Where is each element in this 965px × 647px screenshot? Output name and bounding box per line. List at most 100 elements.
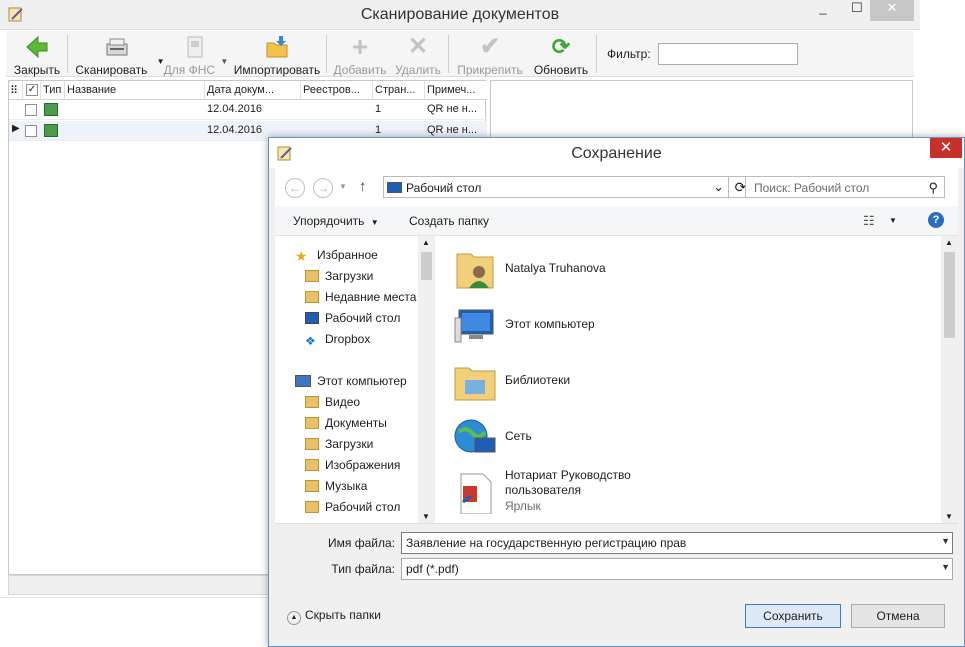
cross-icon: ✕ [407, 33, 429, 60]
nav-item-documents[interactable]: Документы [305, 416, 387, 430]
grid-header-select-all[interactable]: ✓ [23, 81, 41, 100]
row-checkbox[interactable] [25, 104, 37, 116]
scroll-up-icon[interactable]: ▲ [945, 238, 953, 247]
desktop-icon [387, 182, 402, 193]
scroll-thumb[interactable] [944, 252, 955, 338]
hide-folders-toggle[interactable]: ▲ Скрыть папки [287, 608, 381, 625]
downloads-folder-icon [305, 270, 319, 282]
scroll-down-icon[interactable]: ▼ [422, 512, 430, 521]
table-row[interactable]: 12.04.2016 1 QR не н... [9, 100, 487, 120]
cancel-button[interactable]: Отмена [851, 604, 945, 628]
attach-button[interactable]: ✔ Прикрепить [454, 33, 526, 78]
search-input[interactable]: Поиск: Рабочий стол ⚲ [745, 176, 945, 198]
forward-icon[interactable]: → [313, 178, 333, 198]
maximize-button[interactable]: ☐ [842, 0, 872, 21]
dialog-title-bar: Сохранение ✕ [269, 138, 964, 168]
select-all-checkbox[interactable]: ✓ [26, 84, 38, 96]
file-name: Natalya Truhanova [505, 261, 606, 275]
chevron-down-icon[interactable]: ▼ [941, 536, 950, 546]
scanner-icon [105, 35, 129, 59]
up-arrow-icon[interactable]: ↑ [359, 178, 367, 195]
add-button[interactable]: + Добавить [332, 31, 388, 78]
pictures-folder-icon [305, 459, 319, 471]
history-dropdown-icon[interactable]: ▼ [339, 182, 347, 191]
filetype-label: Тип файла: [331, 562, 395, 576]
list-item[interactable]: Natalya Truhanova [437, 242, 937, 294]
nav-item-recent-places[interactable]: Недавние места [305, 290, 416, 304]
scan-button[interactable]: Сканировать ▼ [72, 33, 165, 77]
import-button[interactable]: Импортировать [228, 33, 326, 77]
delete-button[interactable]: ✕ Удалить [392, 33, 444, 78]
column-header-type[interactable]: Тип [41, 81, 65, 100]
grid-header-menu[interactable]: ⠿ [9, 81, 23, 100]
nav-item-pictures[interactable]: Изображения [305, 458, 400, 472]
file-list: Natalya Truhanova Этот компьютер Библиот… [437, 236, 958, 523]
nav-item-dropbox[interactable]: ❖ Dropbox [305, 332, 370, 347]
navigation-bar: ← → ▼ ↑ Рабочий стол ⌄ ⟳ Поиск: Рабочий … [275, 168, 958, 206]
music-folder-icon [305, 480, 319, 492]
nav-favorites[interactable]: ★ Избранное [295, 248, 378, 264]
document-icon [183, 35, 207, 59]
column-header-date[interactable]: Дата докум... [205, 81, 301, 100]
chevron-down-icon[interactable]: ⌄ [713, 179, 724, 195]
back-icon[interactable]: ← [285, 178, 305, 198]
chevron-down-icon: ▼ [370, 218, 379, 227]
toolbar-separator [326, 35, 327, 73]
cell-pages: 1 [375, 124, 382, 136]
save-button[interactable]: Сохранить [745, 604, 841, 628]
dialog-close-button[interactable]: ✕ [930, 138, 962, 158]
nav-item-video[interactable]: Видео [305, 395, 360, 409]
new-folder-button[interactable]: Создать папку [409, 214, 489, 228]
address-bar[interactable]: Рабочий стол ⌄ [383, 176, 729, 198]
dropbox-icon: ❖ [305, 334, 316, 348]
toolbar-separator [448, 35, 449, 73]
view-options-icon[interactable]: ☷ [863, 213, 875, 229]
row-checkbox[interactable] [25, 125, 37, 137]
scroll-down-icon[interactable]: ▼ [945, 512, 953, 521]
help-icon[interactable]: ? [928, 212, 944, 228]
nav-item-desktop[interactable]: Рабочий стол [305, 311, 400, 325]
close-window-button[interactable]: ✕ [870, 0, 914, 21]
shortcut-icon [453, 472, 497, 515]
plus-icon: + [351, 31, 369, 62]
search-icon: ⚲ [928, 180, 938, 195]
main-title-bar: Сканирование документов _ ☐ ✕ [0, 0, 920, 30]
nav-item-music[interactable]: Музыка [305, 479, 367, 493]
filter-input[interactable] [658, 43, 798, 65]
nav-item-downloads-2[interactable]: Загрузки [305, 437, 373, 451]
nav-item-desktop-2[interactable]: Рабочий стол [305, 500, 400, 514]
minimize-button[interactable]: _ [808, 0, 838, 21]
user-folder-icon [453, 248, 497, 290]
file-name: Этот компьютер [505, 317, 595, 331]
file-name: Библиотеки [505, 373, 571, 387]
list-item[interactable]: Этот компьютер [437, 298, 937, 350]
column-header-name[interactable]: Название [65, 81, 205, 100]
file-name: Нотариат Руководство [505, 468, 631, 482]
chevron-up-icon: ▲ [287, 611, 301, 625]
scroll-thumb[interactable] [421, 252, 432, 280]
filetype-select[interactable]: pdf (*.pdf) ▼ [401, 558, 953, 580]
computer-icon [295, 375, 311, 387]
column-header-registry[interactable]: Реестров... [301, 81, 373, 100]
column-header-pages[interactable]: Стран... [373, 81, 425, 100]
nav-scrollbar[interactable]: ▲ ▼ [418, 236, 435, 523]
fns-button[interactable]: Для ФНС ▼ [162, 33, 228, 77]
file-list-scrollbar[interactable]: ▲ ▼ [941, 236, 958, 523]
video-folder-icon [305, 396, 319, 408]
filename-input[interactable]: Заявление на государственную регистрацию… [401, 532, 953, 554]
nav-this-computer[interactable]: Этот компьютер [295, 374, 407, 388]
organize-button[interactable]: Упорядочить ▼ [293, 214, 379, 228]
save-options-panel: Имя файла: Заявление на государственную … [275, 523, 958, 642]
star-icon: ★ [295, 248, 308, 264]
refresh-button[interactable]: ⟳ Обновить [530, 33, 592, 78]
nav-item-downloads[interactable]: Загрузки [305, 269, 373, 283]
list-item[interactable]: Сеть [437, 410, 937, 462]
scroll-up-icon[interactable]: ▲ [422, 238, 430, 247]
chevron-down-icon[interactable]: ▼ [889, 216, 897, 225]
column-header-note[interactable]: Примеч... [425, 81, 487, 100]
cell-note: QR не н... [427, 103, 478, 115]
close-button[interactable]: Закрыть [10, 33, 64, 77]
list-item[interactable]: Нотариат Руководство пользователя Ярлык [437, 466, 937, 518]
list-item[interactable]: Библиотеки [437, 354, 937, 406]
cell-date: 12.04.2016 [207, 103, 263, 115]
